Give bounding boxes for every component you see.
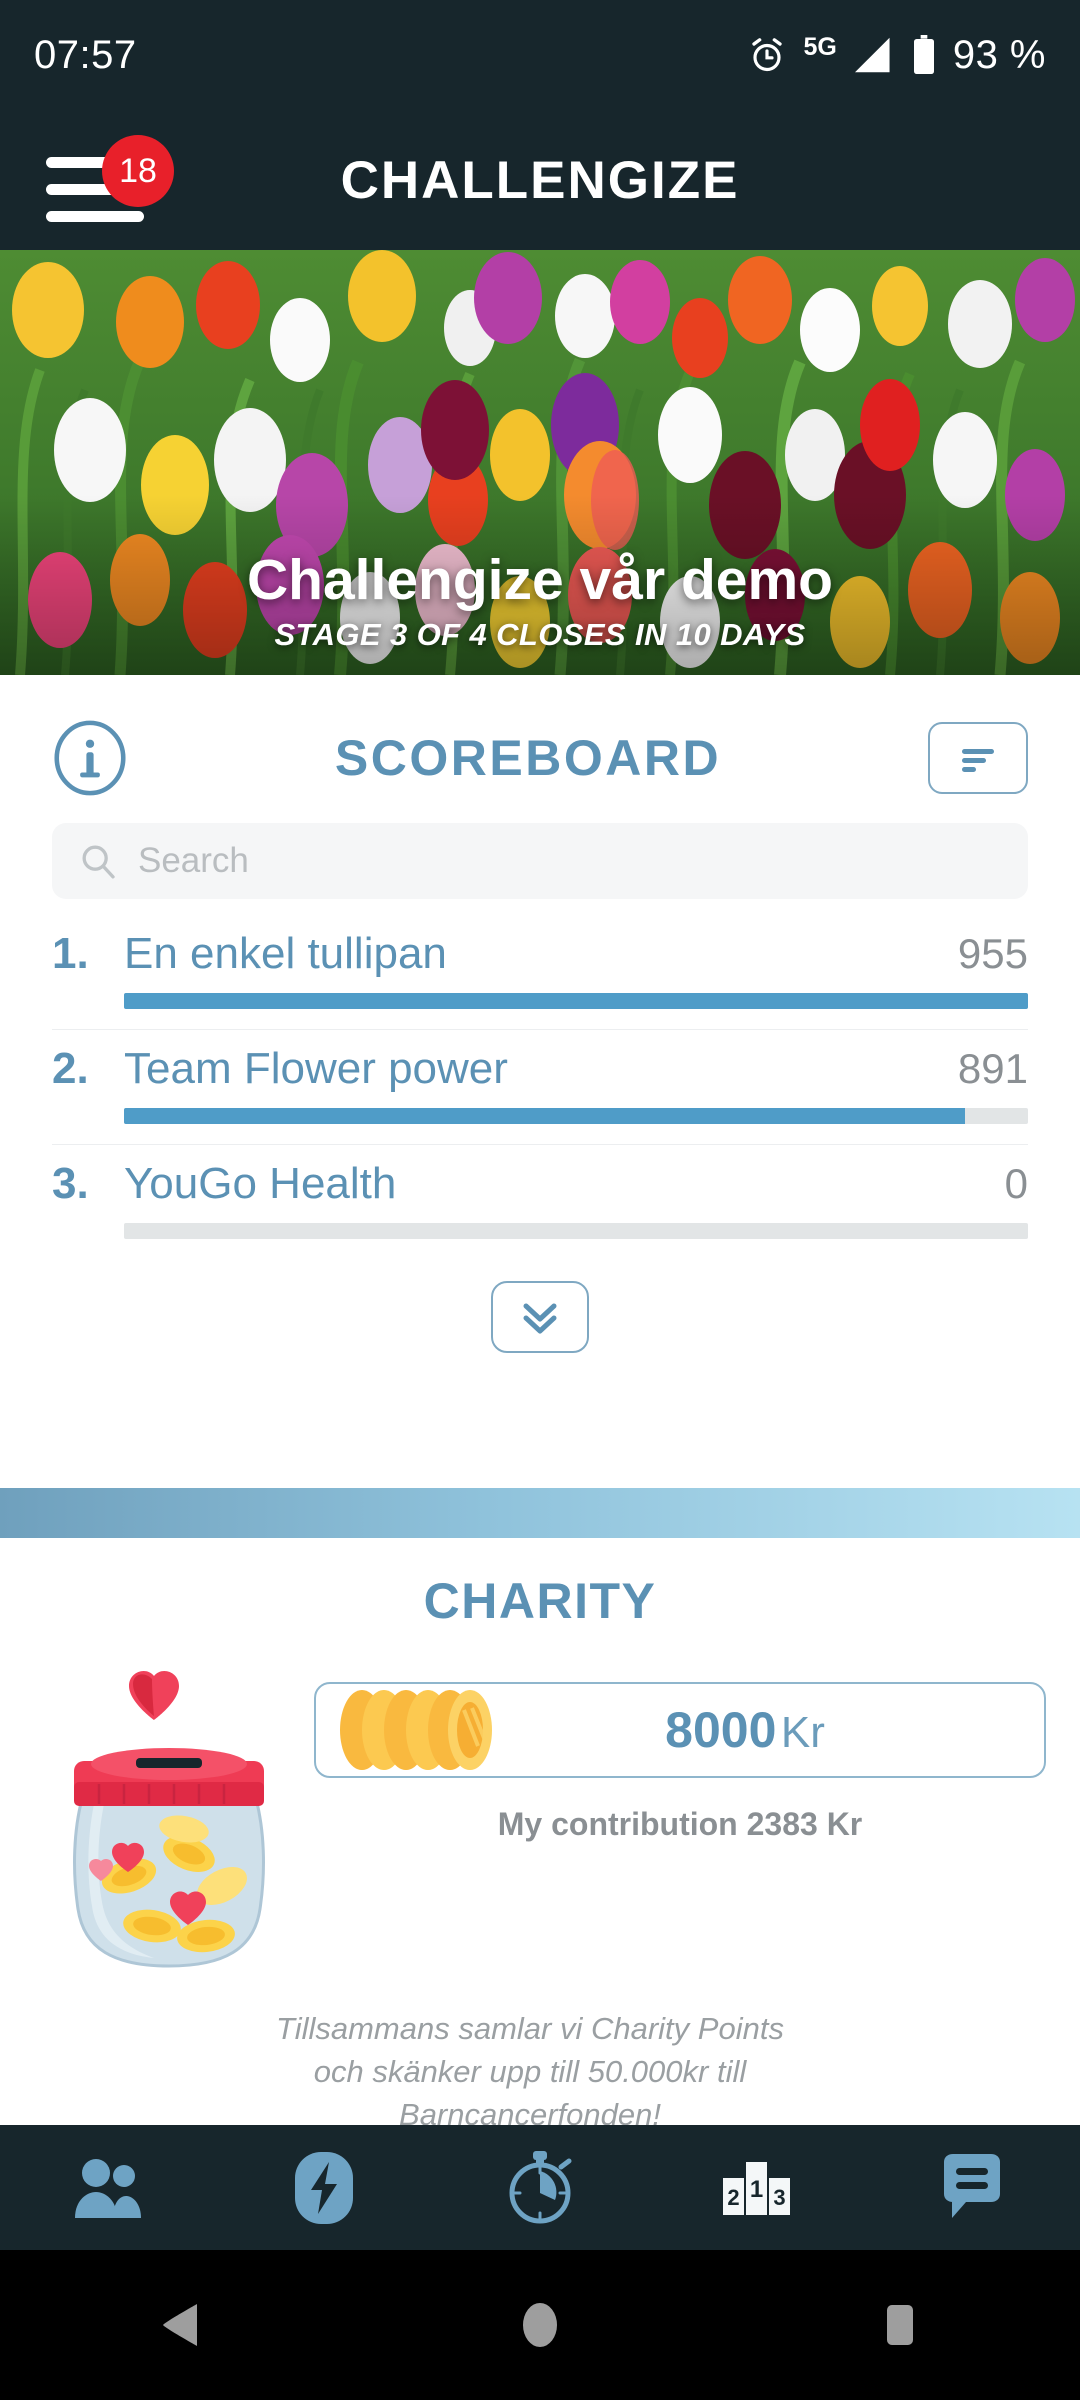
- lightning-bolt-icon: [295, 2151, 353, 2224]
- hamburger-menu-icon[interactable]: 18: [46, 135, 174, 225]
- people-icon: [75, 2158, 141, 2218]
- bottom-navigation: 1 2 3: [0, 2125, 1080, 2250]
- status-bar: 07:57 5G 93 %: [0, 0, 1080, 110]
- leaderboard-rows: 1. En enkel tullipan 955 2. Team Flower …: [52, 915, 1028, 1259]
- row-name: En enkel tullipan: [124, 929, 447, 978]
- nav-activity[interactable]: [216, 2125, 432, 2250]
- scoreboard-title: SCOREBOARD: [334, 730, 722, 786]
- nav-team[interactable]: [0, 2125, 216, 2250]
- info-icon[interactable]: [52, 720, 128, 796]
- hero-banner: Challengize vår demo STAGE 3 OF 4 CLOSES…: [0, 250, 1080, 675]
- android-recents-button[interactable]: [720, 2302, 1080, 2348]
- table-row[interactable]: 1. En enkel tullipan 955: [52, 915, 1028, 1030]
- table-row[interactable]: 2. Team Flower power 891: [52, 1030, 1028, 1145]
- my-contribution-label: My contribution 2383 Kr: [497, 1806, 863, 1842]
- battery-icon: [913, 35, 934, 74]
- scoreboard-card: SCOREBOARD 1. En enkel tullipan: [0, 675, 1080, 1393]
- podium-icon: 1 2 3: [723, 2156, 790, 2215]
- row-score: 891: [957, 1045, 1028, 1092]
- chat-bubble-icon: [944, 2153, 1000, 2218]
- search-icon: [82, 845, 115, 879]
- progress-track: [124, 1108, 1028, 1124]
- nav-timer[interactable]: [432, 2125, 648, 2250]
- row-header: 2. Team Flower power 891: [52, 1044, 1028, 1094]
- donation-jar-icon: [73, 1671, 265, 1968]
- phone-screen: 07:57 5G 93 % 18 CHALLENGIZE Challengize…: [0, 0, 1080, 2400]
- double-chevron-down-icon: [523, 1303, 557, 1334]
- table-row[interactable]: 3. YouGo Health 0: [52, 1145, 1028, 1259]
- hero-text: Challengize vår demo STAGE 3 OF 4 CLOSES…: [0, 548, 1080, 653]
- home-circle-icon: [523, 2303, 557, 2347]
- app-header: 18 CHALLENGIZE: [0, 110, 1080, 250]
- network-type-label: 5G: [803, 32, 837, 61]
- nav-chat[interactable]: [864, 2125, 1080, 2250]
- progress-fill: [124, 993, 1028, 1009]
- row-score: 0: [1004, 1160, 1028, 1207]
- charity-currency: Kr: [780, 1708, 825, 1757]
- expand-row: [0, 1259, 1080, 1393]
- coin-stack-icon: [340, 1690, 492, 1770]
- charity-amount-text: 8000 Kr: [506, 1701, 1024, 1759]
- show-more-button[interactable]: [491, 1281, 589, 1353]
- signal-icon: [854, 37, 890, 73]
- row-score: 955: [957, 930, 1028, 977]
- row-rank: 3.: [52, 1159, 89, 1208]
- alarm-icon: [752, 38, 783, 72]
- row-rank: 2.: [52, 1044, 89, 1093]
- nav-ranking[interactable]: 1 2 3: [648, 2125, 864, 2250]
- svg-text:2: 2: [727, 2185, 739, 2210]
- battery-percent-label: 93 %: [952, 32, 1046, 77]
- progress-track: [124, 993, 1028, 1009]
- notification-badge[interactable]: 18: [102, 135, 174, 207]
- android-navigation-bar: [0, 2250, 1080, 2400]
- charity-blurb: Tillsammans samlar vi Charity Points och…: [0, 2008, 1080, 2136]
- charity-section: CHARITY 8000 Kr My contribution 2383 Kr …: [0, 1538, 1080, 2132]
- challenge-stage-label: STAGE 3 OF 4 CLOSES IN 10 DAYS: [274, 617, 806, 652]
- progress-fill: [124, 1108, 965, 1124]
- svg-text:1: 1: [750, 2176, 763, 2203]
- charity-details: 8000 Kr My contribution 2383 Kr: [304, 1640, 1046, 1843]
- row-header: 1. En enkel tullipan 955: [52, 929, 1028, 979]
- challenge-title: Challengize vår demo: [246, 548, 833, 613]
- recents-square-icon: [887, 2305, 913, 2345]
- sort-icon: [962, 749, 994, 772]
- sort-button[interactable]: [928, 722, 1028, 794]
- back-triangle-icon: [163, 2304, 197, 2346]
- android-back-button[interactable]: [0, 2302, 360, 2348]
- stopwatch-icon: [509, 2150, 572, 2223]
- charity-body: 8000 Kr My contribution 2383 Kr: [0, 1630, 1080, 1984]
- charity-blurb-line-1: Tillsammans samlar vi Charity Points: [276, 2011, 784, 2046]
- charity-title: CHARITY: [423, 1573, 657, 1629]
- row-name: YouGo Health: [124, 1159, 397, 1208]
- status-icons: 5G 93 %: [747, 33, 1046, 78]
- svg-text:3: 3: [773, 2185, 785, 2210]
- section-divider: [0, 1488, 1080, 1538]
- charity-amount-value: 8000: [665, 1702, 777, 1758]
- hamburger-line: [46, 211, 144, 222]
- charity-blurb-line-2: och skänker upp till 50.000kr till: [313, 2053, 747, 2089]
- android-home-button[interactable]: [360, 2301, 720, 2349]
- scoreboard-header: SCOREBOARD: [0, 703, 1080, 813]
- row-rank: 1.: [52, 929, 89, 978]
- search-bar[interactable]: [52, 823, 1028, 899]
- row-name: Team Flower power: [124, 1044, 508, 1093]
- charity-amount-box[interactable]: 8000 Kr: [314, 1682, 1046, 1778]
- status-time: 07:57: [34, 32, 137, 77]
- progress-track: [124, 1223, 1028, 1239]
- search-input[interactable]: [138, 841, 1002, 881]
- row-header: 3. YouGo Health 0: [52, 1159, 1028, 1209]
